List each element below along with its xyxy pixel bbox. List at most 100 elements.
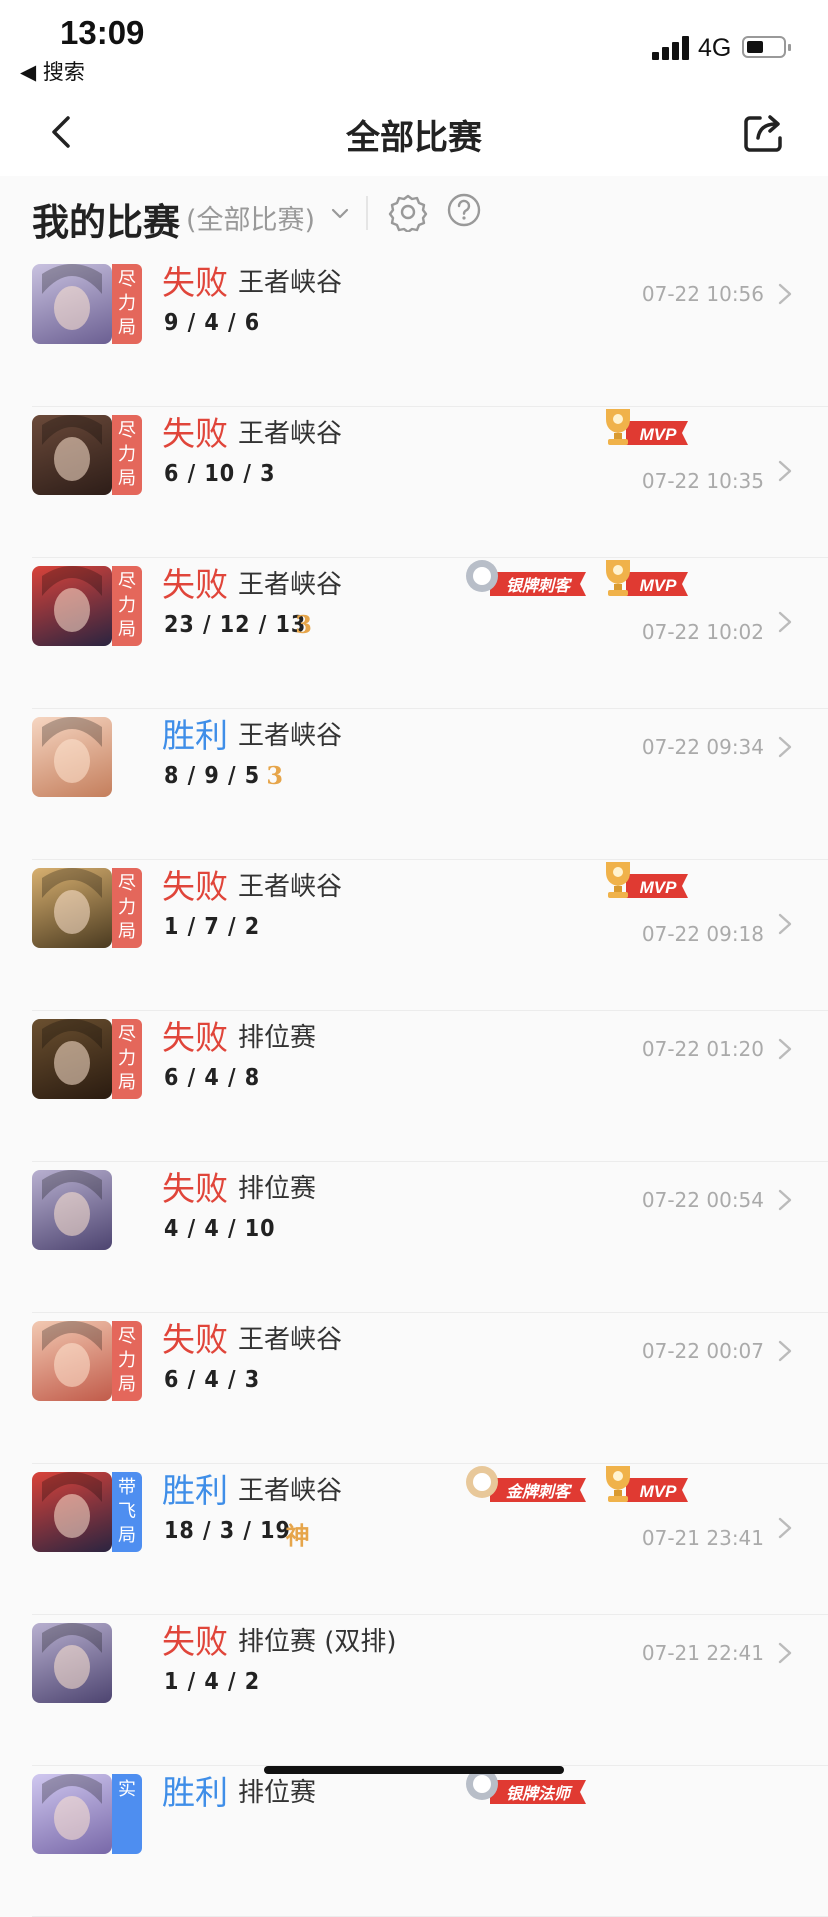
match-result: 胜利	[162, 1773, 228, 1812]
match-tag-badge: 尽 力 局	[112, 1321, 142, 1401]
svg-text:MVP: MVP	[640, 1482, 678, 1501]
match-mode: 王者峡谷	[238, 721, 343, 751]
match-kda: 1 / 7 / 2	[164, 914, 261, 940]
match-mode: 排位赛 (双排)	[238, 1627, 397, 1657]
match-result: 失败	[162, 1169, 228, 1208]
hero-avatar	[32, 1019, 112, 1099]
match-time: 07-21 22:41	[641, 1641, 764, 1665]
chevron-right-icon[interactable]	[776, 1037, 794, 1061]
match-mode: 王者峡谷	[238, 419, 343, 449]
hero-avatar	[32, 717, 112, 797]
mvp-badge-icon: MVP	[606, 409, 688, 445]
section-heading: 我的比赛	[32, 201, 180, 244]
match-mode: 王者峡谷	[238, 268, 343, 298]
medal-icon: 神	[285, 1521, 310, 1550]
match-kda: 6 / 4 / 8	[164, 1065, 261, 1091]
svg-text:MVP: MVP	[640, 576, 678, 595]
match-row[interactable]: 尽 力 局失败 王者峡谷 1 / 7 / 2 07-22 09:18 MVP	[32, 860, 828, 1011]
home-indicator	[264, 1766, 564, 1774]
match-tag-badge: 尽 力 局	[112, 1019, 142, 1099]
help-icon[interactable]	[446, 192, 482, 228]
match-kda: 8 / 9 / 5	[164, 763, 261, 789]
hero-avatar	[32, 415, 112, 495]
match-row[interactable]: 失败 排位赛 (双排) 1 / 4 / 2 07-21 22:41	[32, 1615, 828, 1766]
match-tag-badge: 实	[112, 1774, 142, 1854]
svg-text:金牌刺客: 金牌刺客	[506, 1482, 573, 1501]
match-tag-badge: 尽 力 局	[112, 868, 142, 948]
match-tag-badge: 尽 力 局	[112, 415, 142, 495]
match-tag-badge: 尽 力 局	[112, 264, 142, 344]
gear-icon[interactable]	[388, 192, 428, 232]
match-tag-badge: 尽 力 局	[112, 566, 142, 646]
chevron-right-icon[interactable]	[776, 459, 794, 483]
match-time: 07-22 10:02	[641, 620, 764, 644]
match-kda: 1 / 4 / 2	[164, 1669, 261, 1695]
match-mode: 排位赛	[238, 1778, 317, 1808]
match-result: 胜利	[162, 716, 228, 755]
chevron-right-icon[interactable]	[776, 282, 794, 306]
share-icon[interactable]	[740, 108, 788, 156]
svg-text:MVP: MVP	[640, 878, 678, 897]
match-kda: 18 / 3 / 19	[164, 1518, 291, 1544]
hero-avatar	[32, 868, 112, 948]
match-time: 07-22 09:18	[641, 922, 764, 946]
match-time: 07-22 10:35	[641, 469, 764, 493]
match-time: 07-22 00:54	[641, 1188, 764, 1212]
chevron-right-icon[interactable]	[776, 1516, 794, 1540]
match-time: 07-22 00:07	[641, 1339, 764, 1363]
match-kda: 4 / 4 / 10	[164, 1216, 276, 1242]
match-result: 失败	[162, 1018, 228, 1057]
match-result: 失败	[162, 867, 228, 906]
chevron-right-icon[interactable]	[776, 912, 794, 936]
hero-avatar	[32, 264, 112, 344]
back-to-search-link[interactable]: ◀ 搜索	[20, 56, 85, 86]
match-result: 失败	[162, 414, 228, 453]
match-result: 失败	[162, 1320, 228, 1359]
svg-text:银牌刺客: 银牌刺客	[506, 576, 573, 595]
match-time: 07-21 23:41	[641, 1526, 764, 1550]
hero-avatar	[32, 1321, 112, 1401]
match-mode: 排位赛	[238, 1174, 317, 1204]
chevron-down-icon[interactable]	[330, 204, 350, 224]
chevron-right-icon[interactable]	[776, 1188, 794, 1212]
svg-text:银牌法师: 银牌法师	[506, 1784, 573, 1803]
chevron-right-icon[interactable]	[776, 735, 794, 759]
match-result: 失败	[162, 1622, 228, 1661]
match-row[interactable]: 尽 力 局失败 王者峡谷 6 / 10 / 3 07-22 10:35 MVP	[32, 407, 828, 558]
signal-icon	[652, 36, 692, 60]
svg-text:MVP: MVP	[640, 425, 678, 444]
match-mode: 王者峡谷	[238, 872, 343, 902]
status-time: 13:09	[60, 14, 145, 51]
status-bar: 13:09 ◀ 搜索 4G	[0, 0, 828, 90]
nav-bar: 全部比赛	[0, 90, 828, 176]
match-mode: 王者峡谷	[238, 570, 343, 600]
rank-badge-icon: 银牌刺客	[466, 560, 586, 596]
match-row[interactable]: 尽 力 局失败 王者峡谷 23 / 12 / 13 3 07-22 10:02 MVP 银牌…	[32, 558, 828, 709]
chevron-right-icon[interactable]	[776, 1339, 794, 1363]
network-type: 4G	[698, 34, 732, 62]
match-row[interactable]: 失败 排位赛 4 / 4 / 10 07-22 00:54	[32, 1162, 828, 1313]
match-mode: 王者峡谷	[238, 1476, 343, 1506]
chevron-right-icon[interactable]	[776, 1641, 794, 1665]
match-row[interactable]: 尽 力 局失败 王者峡谷 6 / 4 / 3 07-22 00:07	[32, 1313, 828, 1464]
match-row[interactable]: 实胜利 排位赛 银牌法师	[32, 1766, 828, 1917]
match-kda: 23 / 12 / 13	[164, 612, 307, 638]
mvp-badge-icon: MVP	[606, 560, 688, 596]
hero-avatar	[32, 566, 112, 646]
match-kda: 6 / 4 / 3	[164, 1367, 261, 1393]
match-row[interactable]: 尽 力 局失败 王者峡谷 9 / 4 / 6 07-22 10:56	[32, 256, 828, 407]
hero-avatar	[32, 1170, 112, 1250]
match-mode: 排位赛	[238, 1023, 317, 1053]
match-time: 07-22 10:56	[641, 282, 764, 306]
chevron-right-icon[interactable]	[776, 610, 794, 634]
match-result: 失败	[162, 565, 228, 604]
hero-avatar	[32, 1472, 112, 1552]
match-tag-badge: 带 飞 局	[112, 1472, 142, 1552]
medal-icon: 3	[295, 610, 312, 639]
match-row[interactable]: 尽 力 局失败 排位赛 6 / 4 / 8 07-22 01:20	[32, 1011, 828, 1162]
match-kda: 6 / 10 / 3	[164, 461, 276, 487]
match-row[interactable]: 胜利 王者峡谷 8 / 9 / 5 3 07-22 09:34	[32, 709, 828, 860]
match-filter-dropdown[interactable]: (全部比赛)	[186, 198, 315, 237]
match-mode: 王者峡谷	[238, 1325, 343, 1355]
match-row[interactable]: 带 飞 局胜利 王者峡谷 18 / 3 / 19 神 07-21 23:41 MVP 金牌刺…	[32, 1464, 828, 1615]
